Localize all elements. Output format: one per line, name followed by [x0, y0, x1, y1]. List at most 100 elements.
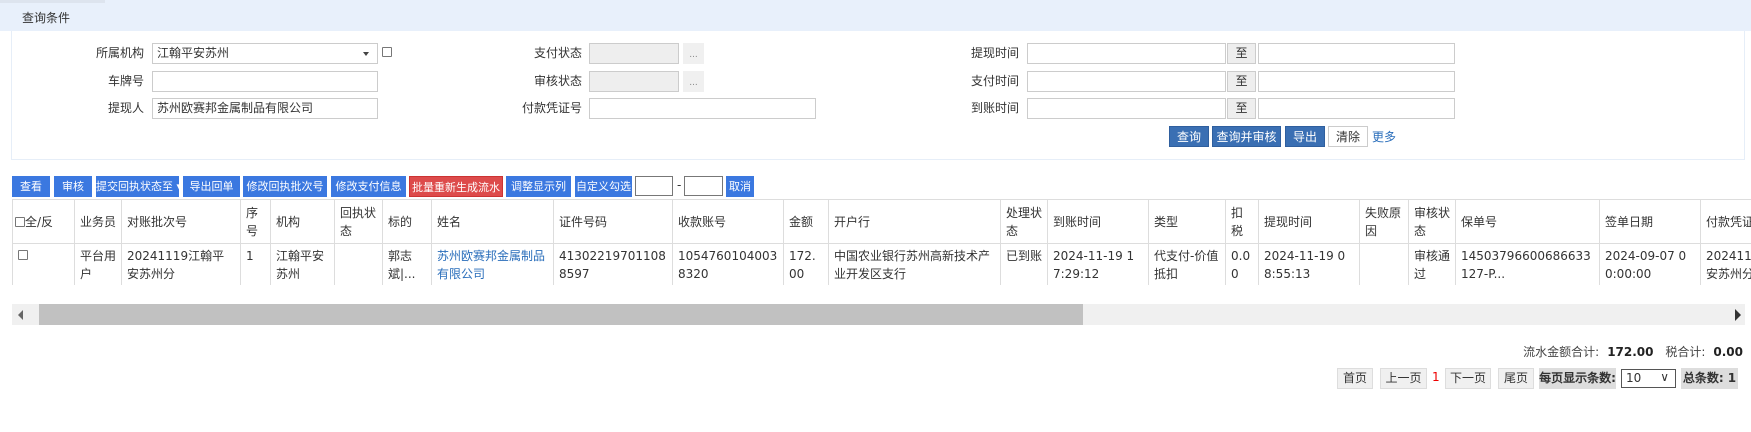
- table-row[interactable]: 平台用户 20241119江翰平安苏州分 1 江翰平安苏州 郭志斌|... 苏州欧赛邦金属…: [12, 243, 1751, 285]
- panel-title: 查询条件: [22, 11, 71, 25]
- column-header: 类型: [1148, 199, 1226, 244]
- last-page-button[interactable]: 尾页: [1498, 368, 1534, 389]
- org-select[interactable]: 江翰平安苏州: [152, 43, 378, 64]
- table-cell: 江翰平安苏州: [270, 243, 335, 285]
- table-cell: [12, 243, 75, 285]
- data-table: 全/反 业务员 对账批次号 序号 机构 回执状态 标的 姓名 证件号码 收款账号 金额 开户行 处理状态…: [12, 199, 1751, 285]
- column-header: 提现时间: [1258, 199, 1360, 244]
- column-header-label: 失败原因: [1365, 205, 1402, 238]
- pay-time-start[interactable]: [1027, 71, 1226, 92]
- batch-regenerate-flow-button[interactable]: 批量重新生成流水: [409, 176, 503, 197]
- table-cell: 审核通过: [1408, 243, 1456, 285]
- column-header-label: 签单日期: [1605, 214, 1654, 229]
- view-button[interactable]: 查看: [12, 176, 50, 197]
- arrival-time-label: 到账时间: [970, 101, 1019, 115]
- audit-button[interactable]: 审核: [54, 176, 92, 197]
- cancel-button[interactable]: 取消: [726, 176, 754, 197]
- org-value: 江翰平安苏州: [157, 46, 230, 60]
- table-cell[interactable]: 苏州欧赛邦金属制品有限公司: [431, 243, 554, 285]
- column-header: 失败原因: [1359, 199, 1409, 244]
- column-header-label: 审核状态: [1414, 205, 1451, 238]
- table-cell: 郭志斌|...: [382, 243, 432, 285]
- table-cell: 172.00: [783, 243, 829, 285]
- select-all-checkbox[interactable]: [15, 217, 25, 227]
- column-header: 开户行: [828, 199, 1001, 244]
- withdraw-time-label: 提现时间: [970, 46, 1019, 60]
- edit-payment-info-button[interactable]: 修改支付信息: [331, 176, 406, 197]
- to-label: 至: [1227, 43, 1256, 64]
- table-cell: 2024-11-19 08:55:13: [1258, 243, 1360, 285]
- scroll-left-icon[interactable]: [18, 310, 23, 320]
- column-header: 对账批次号: [121, 199, 241, 244]
- custom-check-button[interactable]: 自定义勾选: [575, 176, 632, 197]
- tax-total-value: 0.00: [1713, 345, 1743, 359]
- tax-total-label: 税合计:: [1665, 345, 1706, 359]
- pay-status-label: 支付状态: [533, 46, 582, 60]
- column-header: 全/反: [12, 199, 75, 244]
- audit-status-input[interactable]: [589, 71, 679, 92]
- row-checkbox[interactable]: [18, 250, 28, 260]
- payee-label: 提现人: [107, 101, 144, 115]
- column-header: 到账时间: [1047, 199, 1149, 244]
- flow-total-value: 172.00: [1607, 345, 1654, 359]
- to-label: 至: [1227, 98, 1256, 119]
- current-page: 1: [1432, 370, 1440, 384]
- per-page-value: 10: [1626, 371, 1642, 385]
- column-header-label: 标的: [388, 214, 413, 229]
- plate-label: 车牌号: [107, 74, 144, 88]
- flow-total-label: 流水金额合计:: [1523, 345, 1600, 359]
- table-cell: [334, 243, 383, 285]
- column-header: 回执状态: [334, 199, 383, 244]
- table-cell: 10547601040038320: [672, 243, 784, 285]
- table-cell: 2024-09-07 00:00:00: [1599, 243, 1701, 285]
- plate-input[interactable]: [152, 71, 378, 92]
- table-cell: 1: [240, 243, 271, 285]
- column-header-label: 类型: [1154, 214, 1179, 229]
- column-header: 证件号码: [553, 199, 673, 244]
- first-page-button[interactable]: 首页: [1337, 368, 1373, 389]
- withdraw-time-end[interactable]: [1258, 43, 1455, 64]
- query-and-audit-button[interactable]: 查询并审核: [1212, 126, 1281, 147]
- pay-time-end[interactable]: [1258, 71, 1455, 92]
- submit-receipt-status-dropdown[interactable]: 提交回执状态至 ▾: [96, 176, 182, 197]
- voucher-input[interactable]: [589, 98, 816, 119]
- next-page-button[interactable]: 下一页: [1445, 368, 1491, 389]
- scrollbar-thumb[interactable]: [39, 304, 1083, 325]
- scroll-right-icon[interactable]: [1735, 309, 1741, 321]
- arrival-time-end[interactable]: [1258, 98, 1455, 119]
- org-include-checkbox[interactable]: [382, 47, 392, 57]
- chevron-down-icon: ∨: [1660, 370, 1669, 384]
- table-cell: 平台用户: [74, 243, 122, 285]
- more-link[interactable]: 更多: [1372, 128, 1396, 145]
- column-header: 收款账号: [672, 199, 784, 244]
- clear-button[interactable]: 清除: [1328, 126, 1368, 147]
- pay-status-picker-button[interactable]: ...: [683, 43, 704, 64]
- column-header-label: 扣税: [1231, 205, 1244, 238]
- column-header-label: 金额: [789, 214, 814, 229]
- table-cell: 14503796600686633127-P...: [1455, 243, 1600, 285]
- column-header-label: 保单号: [1461, 214, 1498, 229]
- range-end-input[interactable]: [684, 176, 723, 196]
- column-header-label: 回执状态: [340, 205, 377, 238]
- column-header-label: 机构: [276, 214, 301, 229]
- query-button[interactable]: 查询: [1169, 126, 1209, 147]
- column-header-label: 收款账号: [678, 214, 727, 229]
- range-start-input[interactable]: [635, 176, 673, 196]
- audit-status-picker-button[interactable]: ...: [683, 71, 704, 92]
- horizontal-scrollbar[interactable]: [12, 304, 1745, 325]
- pay-status-input[interactable]: [589, 43, 679, 64]
- payee-input[interactable]: 苏州欧赛邦金属制品有限公司: [152, 98, 378, 119]
- export-receipt-button[interactable]: 导出回单: [183, 176, 240, 197]
- per-page-select[interactable]: 10 ∨: [1621, 369, 1676, 388]
- prev-page-button[interactable]: 上一页: [1380, 368, 1427, 389]
- adjust-columns-button[interactable]: 调整显示列: [506, 176, 571, 197]
- withdraw-time-start[interactable]: [1027, 43, 1226, 64]
- column-header-label: 姓名: [437, 214, 462, 229]
- export-button[interactable]: 导出: [1285, 126, 1325, 147]
- arrival-time-start[interactable]: [1027, 98, 1226, 119]
- column-header-label: 证件号码: [559, 214, 608, 229]
- column-header: 处理状态: [1000, 199, 1048, 244]
- column-header: 保单号: [1455, 199, 1600, 244]
- column-header: 序号: [240, 199, 271, 244]
- edit-receipt-batch-button[interactable]: 修改回执批次号: [243, 176, 327, 197]
